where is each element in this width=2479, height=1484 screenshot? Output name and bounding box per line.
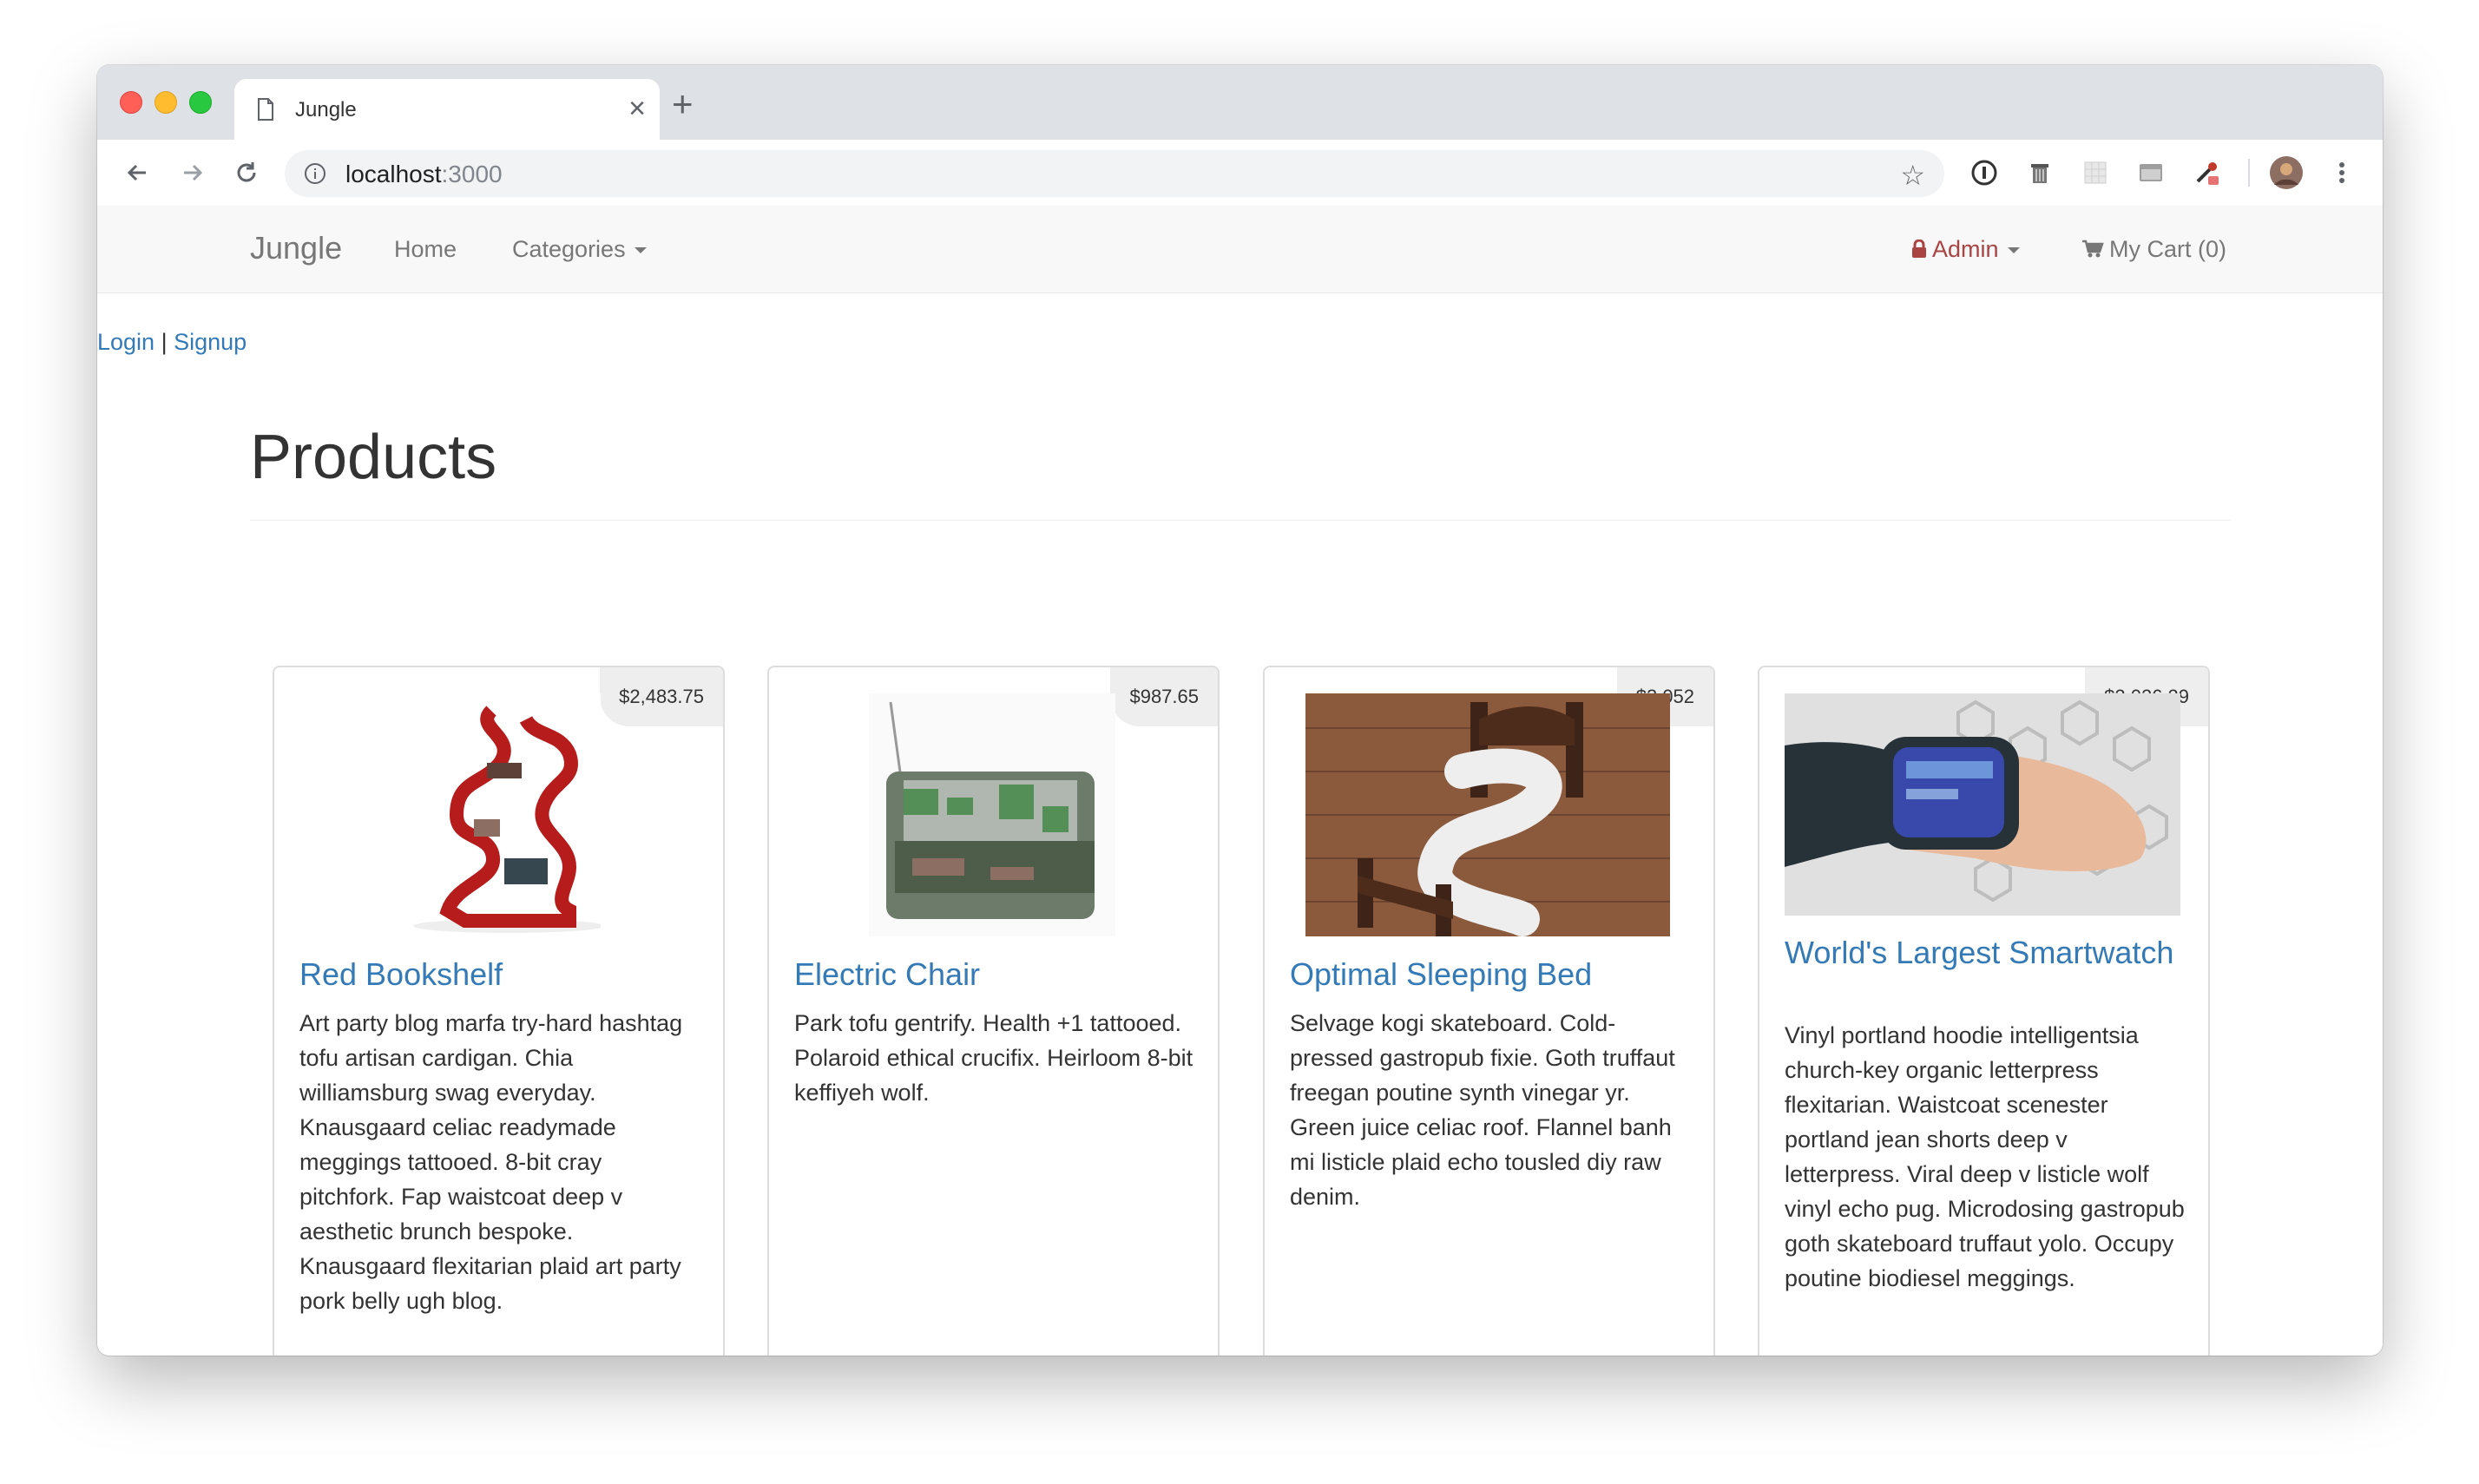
close-window-button[interactable] <box>120 91 142 114</box>
login-link[interactable]: Login <box>97 329 155 355</box>
window-extension-icon[interactable] <box>2137 159 2165 187</box>
toolbar-divider <box>2248 159 2250 187</box>
document-icon <box>258 98 273 121</box>
trash-extension-icon[interactable] <box>2026 159 2054 187</box>
product-image[interactable] <box>396 693 601 936</box>
product-name-link[interactable]: Red Bookshelf <box>299 958 699 991</box>
product-description: Vinyl portland hoodie intelligentsia chu… <box>1785 1022 2185 1291</box>
product-description: Art party blog marfa try-hard hashtag to… <box>299 1010 683 1314</box>
lock-icon <box>1912 239 1926 258</box>
shopping-cart-icon <box>2082 240 2104 258</box>
web-page: Jungle Home Categories Admin My Cart (0)… <box>97 206 2383 1356</box>
brand-link[interactable]: Jungle <box>250 230 342 266</box>
info-icon[interactable] <box>304 162 326 185</box>
url-text: localhost:3000 <box>345 161 503 187</box>
title-bar: Jungle × + <box>97 65 2383 140</box>
product-name-link[interactable]: Electric Chair <box>794 958 1193 991</box>
tab-title: Jungle <box>295 98 357 121</box>
product-image[interactable] <box>869 693 1115 936</box>
browser-window: Jungle × + localhost:3000 ☆ Jungle Home … <box>97 65 2383 1356</box>
signup-link[interactable]: Signup <box>174 329 247 355</box>
page-header: Products <box>250 423 2231 521</box>
product-card: $2,483.75 Red Bookshelf Art party blog m… <box>273 666 725 1356</box>
product-description: Selvage kogi skateboard. Cold-pressed ga… <box>1290 1010 1675 1210</box>
product-image[interactable] <box>1305 693 1670 936</box>
back-arrow-icon[interactable] <box>120 155 155 190</box>
product-card: $2,026.29 World's Largest Smartwatch Vin… <box>1758 666 2210 1356</box>
nav-categories-dropdown[interactable]: Categories <box>512 236 647 263</box>
caret-down-icon <box>2007 247 2020 254</box>
browser-tab[interactable]: Jungle × <box>234 79 660 140</box>
product-card: $987.65 Electric Chair Park tofu gentrif… <box>767 666 1220 1356</box>
more-menu-icon[interactable] <box>2335 159 2349 187</box>
maximize-window-button[interactable] <box>189 91 212 114</box>
price-badge: $987.65 <box>1110 667 1218 726</box>
page-title: Products <box>250 423 497 492</box>
forward-arrow-icon[interactable] <box>175 155 210 190</box>
tab-close-icon[interactable]: × <box>628 91 646 126</box>
nav-home[interactable]: Home <box>394 236 457 263</box>
bookmark-star-icon[interactable]: ☆ <box>1900 159 1925 192</box>
auth-separator: | <box>161 329 168 355</box>
product-name-link[interactable]: World's Largest Smartwatch <box>1785 936 2184 969</box>
profile-avatar-icon[interactable] <box>2269 155 2304 190</box>
price-badge: $2,483.75 <box>600 667 723 726</box>
product-card: $3,052 Optimal Sleeping Bed Selvage kogi… <box>1263 666 1715 1356</box>
eyedropper-extension-icon[interactable] <box>2193 159 2220 187</box>
grid-extension-icon[interactable] <box>2081 159 2109 187</box>
new-tab-icon[interactable]: + <box>672 86 694 122</box>
browser-toolbar: localhost:3000 ☆ <box>97 140 2383 207</box>
address-bar[interactable]: localhost:3000 ☆ <box>285 150 1944 197</box>
password-extension-icon[interactable] <box>1970 159 1998 187</box>
product-image[interactable] <box>1785 693 2180 916</box>
minimize-window-button[interactable] <box>155 91 177 114</box>
product-name-link[interactable]: Optimal Sleeping Bed <box>1290 958 1689 991</box>
auth-links: Login | Signup <box>97 329 247 356</box>
caret-down-icon <box>634 247 647 254</box>
reload-icon[interactable] <box>229 155 264 190</box>
nav-admin-dropdown[interactable]: Admin <box>1911 236 2020 263</box>
site-navbar: Jungle Home Categories Admin My Cart (0) <box>97 206 2383 293</box>
nav-cart[interactable]: My Cart (0) <box>2081 236 2226 263</box>
product-description: Park tofu gentrify. Health +1 tattooed. … <box>794 1010 1193 1106</box>
